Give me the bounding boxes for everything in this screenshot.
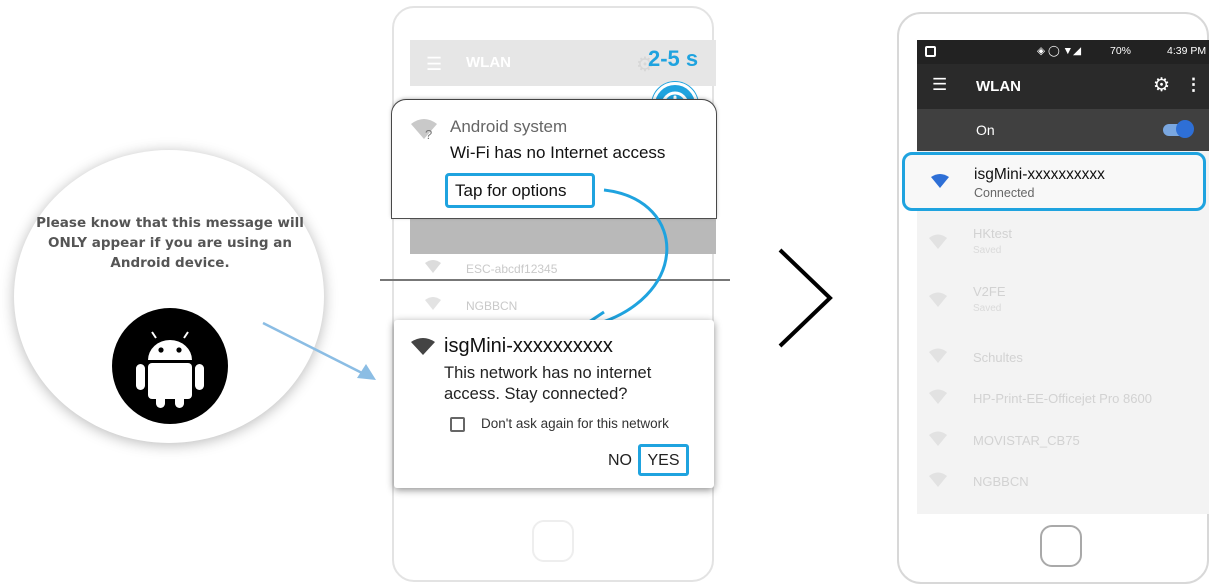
wifi-toggle-bar[interactable]: On: [917, 109, 1209, 151]
app-bar-title: WLAN: [976, 78, 1021, 95]
phone-screen-after: ◈ ◯ ▼◢ 70% 4:39 PM ☰ WLAN ⚙ ⋮ On HKtest …: [917, 40, 1209, 514]
android-info-callout: Please know that this message will ONLY …: [14, 150, 324, 443]
gear-icon[interactable]: ⚙: [1153, 74, 1170, 97]
timer-label: 2-5 s: [648, 46, 699, 71]
wifi-icon: [425, 297, 441, 310]
divider: [380, 279, 730, 281]
wifi-lock-icon: [929, 431, 947, 446]
notification-shade-shadow: [410, 214, 716, 254]
android-only-message: Please know that this message will ONLY …: [36, 215, 304, 271]
network-name: ESC-abcdf12345: [466, 262, 558, 276]
notification-icon: [925, 46, 936, 57]
stay-connected-dialog: isgMini-xxxxxxxxxx This network has no i…: [394, 320, 714, 488]
network-name: NGBBCN: [973, 474, 1029, 489]
app-bar: ☰ WLAN ⚙ ⋮: [917, 64, 1209, 109]
wifi-toggle-label: On: [976, 122, 995, 138]
android-badge: [112, 308, 228, 424]
network-name: HP-Print-EE-Officejet Pro 8600: [973, 391, 1152, 406]
wifi-question-icon: ?: [411, 119, 437, 140]
wifi-lock-icon: [929, 389, 947, 404]
more-options-icon[interactable]: ⋮: [1185, 75, 1202, 95]
network-item[interactable]: NGBBCN: [917, 450, 1209, 512]
network-name: Schultes: [973, 350, 1023, 365]
wifi-icon: [931, 174, 949, 188]
yes-button[interactable]: YES: [638, 444, 689, 476]
next-step-chevron-icon: [778, 248, 833, 348]
connected-network-status: Connected: [974, 186, 1035, 200]
network-name: MOVISTAR_CB75: [973, 433, 1080, 448]
connected-network-item[interactable]: isgMini-xxxxxxxxxx Connected: [902, 152, 1206, 211]
wifi-toggle-knob[interactable]: [1176, 120, 1194, 138]
home-button[interactable]: [1040, 525, 1082, 567]
home-button: [532, 520, 574, 562]
no-internet-notification[interactable]: ? Android system Wi-Fi has no Internet a…: [392, 100, 716, 218]
menu-icon[interactable]: ☰: [932, 75, 947, 95]
battery-level: 70%: [1110, 45, 1132, 57]
wifi-lock-icon: [929, 348, 947, 363]
dialog-title: isgMini-xxxxxxxxxx: [444, 335, 613, 357]
notification-message: Wi-Fi has no Internet access: [450, 143, 666, 162]
dont-ask-checkbox[interactable]: [450, 417, 465, 432]
wifi-icon: [411, 338, 435, 355]
android-icon: [136, 331, 204, 408]
network-name: NGBBCN: [466, 299, 518, 313]
network-name: V2FE: [973, 284, 1006, 299]
network-status: Saved: [973, 245, 1002, 256]
no-button[interactable]: NO: [608, 452, 632, 470]
status-bar: ◈ ◯ ▼◢ 70% 4:39 PM: [917, 40, 1209, 64]
wifi-lock-icon: [929, 472, 947, 487]
network-item[interactable]: V2FE Saved: [917, 270, 1209, 332]
app-bar-title: WLAN: [466, 54, 511, 71]
network-item[interactable]: HKtest Saved: [917, 212, 1209, 274]
status-icons: ◈ ◯ ▼◢: [1037, 45, 1082, 57]
notification-app-name: Android system: [450, 117, 568, 136]
tap-for-options-button[interactable]: Tap for options: [445, 173, 595, 208]
wifi-icon: [425, 260, 441, 273]
network-status: Saved: [973, 303, 1002, 314]
wifi-lock-icon: [929, 234, 947, 249]
dialog-body: This network has no internet access. Sta…: [444, 364, 652, 403]
list-item: NGBBCN: [410, 292, 716, 322]
network-name: HKtest: [973, 226, 1013, 241]
connected-network-name: isgMini-xxxxxxxxxx: [974, 166, 1105, 183]
status-time: 4:39 PM: [1167, 45, 1207, 57]
wifi-lock-icon: [929, 292, 947, 307]
menu-icon: ☰: [426, 54, 443, 74]
svg-text:?: ?: [425, 127, 432, 140]
dont-ask-label: Don't ask again for this network: [481, 416, 669, 431]
